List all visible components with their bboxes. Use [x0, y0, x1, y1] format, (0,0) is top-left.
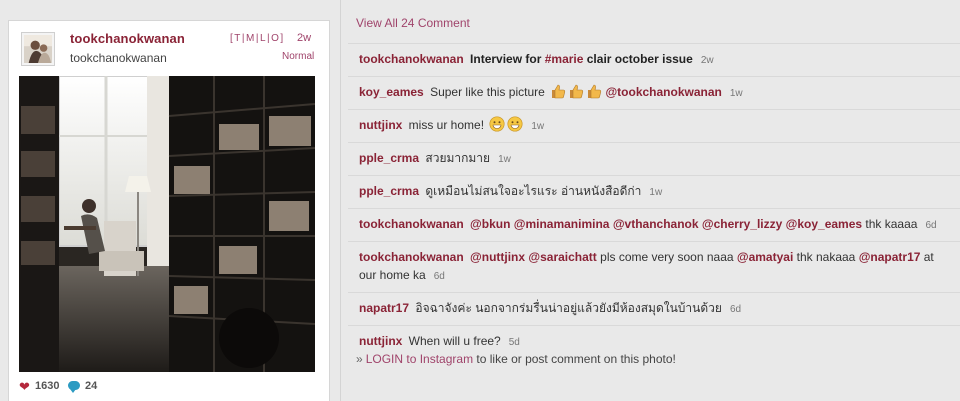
mention-link[interactable]: @cherry_lizzy: [702, 217, 782, 231]
library-photo: [19, 76, 315, 372]
comment-time: 6d: [925, 220, 937, 231]
comment-row: napatr17 อิจฉาจังค่ะ นอกจากร่มรื่นน่าอยู…: [348, 292, 960, 325]
comment-time: 2w: [700, 55, 714, 66]
comment-time: 6d: [433, 271, 445, 282]
comment-time: 6d: [729, 304, 742, 315]
grin-icon: [489, 116, 505, 132]
thumbs-up-icon: [586, 83, 602, 99]
mention-link[interactable]: @tookchanokwanan: [605, 85, 721, 99]
avatar[interactable]: [21, 32, 55, 66]
thumbs-up-icon: [550, 83, 566, 99]
comment-username[interactable]: pple_crma: [359, 151, 419, 165]
size-link-t[interactable]: T: [234, 33, 242, 44]
comment-row: nuttjinx miss ur home! 1w: [348, 109, 960, 142]
comment-list: tookchanokwanan Interview for #marie cla…: [348, 43, 960, 358]
post-card: tookchanokwanan tookchanokwanan [T|M|L|O…: [8, 20, 330, 401]
comment-text: สวยมากมาย: [425, 151, 491, 165]
mention-link[interactable]: @vthanchanok: [613, 217, 699, 231]
comment-username[interactable]: nuttjinx: [359, 118, 402, 132]
size-link-l[interactable]: L: [260, 33, 267, 44]
login-link[interactable]: LOGIN to Instagram: [366, 352, 473, 366]
page: tookchanokwanan tookchanokwanan [T|M|L|O…: [0, 0, 960, 401]
size-bracket-close: ]: [280, 33, 285, 44]
image-size-links: [T|M|L|O]: [230, 33, 285, 44]
raquo-icon: »: [356, 352, 363, 366]
comment-username[interactable]: pple_crma: [359, 184, 419, 198]
comment-row: tookchanokwanan @bkun @minamanimina @vth…: [348, 208, 960, 241]
size-link-o[interactable]: O: [271, 33, 280, 44]
thumbs-up-icon: [568, 83, 584, 99]
mention-link[interactable]: @koy_eames: [786, 217, 862, 231]
mention-link[interactable]: @amatyai: [737, 250, 793, 264]
post-time: 2w: [297, 32, 312, 44]
post-filter: Normal: [282, 51, 315, 62]
comment-username[interactable]: napatr17: [359, 301, 409, 315]
comment-time: 1w: [531, 121, 545, 132]
comment-row: tookchanokwanan Interview for #marie cla…: [348, 43, 960, 76]
comment-text: ดูเหมือนไม่สนใจอะไรแระ อ่านหนังสือดีก่า: [425, 184, 642, 198]
post-photo[interactable]: [19, 76, 315, 372]
hashtag-link[interactable]: #marie: [545, 52, 584, 66]
comment-time: 1w: [498, 154, 511, 165]
comment-text: Super like this picture @tookchanokwanan: [430, 83, 722, 99]
view-all-comments-link[interactable]: View All 24 Comment: [356, 16, 470, 30]
mention-link[interactable]: @saraichatt: [528, 250, 596, 264]
comment-time: 5d: [508, 337, 520, 348]
comment-row: pple_crma สวยมากมาย 1w: [348, 142, 960, 175]
comment-text: miss ur home!: [409, 116, 524, 132]
column-divider: [340, 0, 341, 401]
comment-row: koy_eames Super like this picture @tookc…: [348, 76, 960, 109]
comment-time: 1w: [649, 187, 663, 198]
comments-count: 24: [85, 380, 98, 392]
heart-icon[interactable]: ❤: [19, 379, 30, 395]
grin-icon: [507, 116, 523, 132]
comment-username[interactable]: tookchanokwanan: [359, 52, 464, 66]
comment-username[interactable]: tookchanokwanan: [359, 250, 464, 264]
login-prompt: » LOGIN to Instagram to like or post comm…: [356, 352, 676, 366]
post-full-name: tookchanokwanan: [70, 51, 167, 65]
comment-row: pple_crma ดูเหมือนไม่สนใจอะไรแระ อ่านหนั…: [348, 175, 960, 208]
comment-text: Interview for #marie clair october issue: [470, 52, 693, 66]
likes-count: 1630: [35, 380, 60, 392]
comment-row: tookchanokwanan @nuttjinx @saraichatt pl…: [348, 241, 960, 292]
avatar-image: [24, 35, 52, 63]
mention-link[interactable]: @bkun: [470, 217, 510, 231]
mention-link[interactable]: @nuttjinx: [470, 250, 525, 264]
comment-bubble-icon[interactable]: [68, 381, 80, 393]
comment-text: @bkun @minamanimina @vthanchanok @cherry…: [470, 217, 918, 231]
comment-username[interactable]: nuttjinx: [359, 334, 402, 348]
comment-username[interactable]: koy_eames: [359, 85, 424, 99]
post-username[interactable]: tookchanokwanan: [70, 31, 185, 46]
mention-link[interactable]: @minamanimina: [514, 217, 610, 231]
comment-text: When will u free?: [408, 334, 501, 348]
mention-link[interactable]: @napatr17: [859, 250, 921, 264]
comment-username[interactable]: tookchanokwanan: [359, 217, 464, 231]
size-link-m[interactable]: M: [246, 33, 256, 44]
comment-time: 1w: [729, 88, 743, 99]
comment-text: อิจฉาจังค่ะ นอกจากร่มรื่นน่าอยู่แล้วยังม…: [415, 301, 722, 315]
login-suffix: to like or post comment on this photo!: [473, 352, 676, 366]
